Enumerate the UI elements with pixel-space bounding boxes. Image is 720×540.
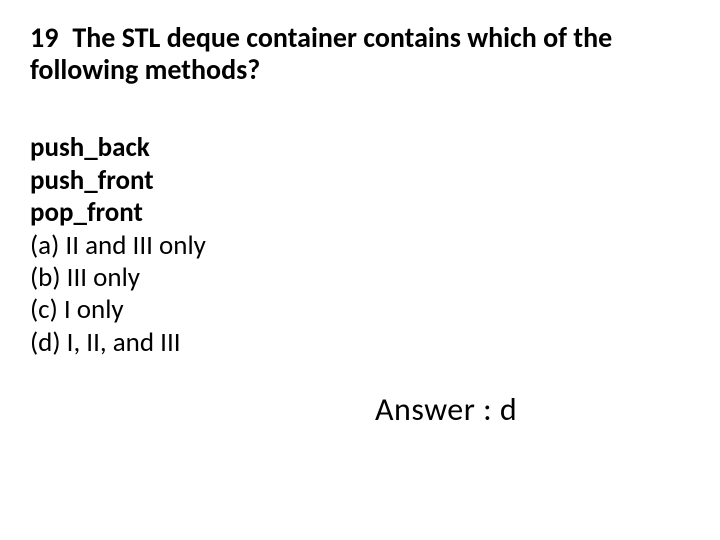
- question-text: The STL deque container contains which o…: [30, 20, 612, 87]
- choice-d: (d) I, II, and III: [30, 327, 690, 359]
- slide: 19The STL deque container contains which…: [0, 0, 720, 540]
- choice-c: (c) I only: [30, 294, 690, 326]
- choice-b: (b) III only: [30, 262, 690, 294]
- question-body: push_back push_front pop_front (a) II an…: [30, 132, 690, 359]
- question-heading: 19The STL deque container contains which…: [30, 22, 690, 86]
- answer-text: Answer : d: [375, 390, 517, 429]
- method-1: push_back: [30, 132, 690, 164]
- question-number: 19: [30, 20, 58, 55]
- method-3: pop_front: [30, 197, 690, 229]
- choice-a: (a) II and III only: [30, 230, 690, 262]
- method-2: push_front: [30, 165, 690, 197]
